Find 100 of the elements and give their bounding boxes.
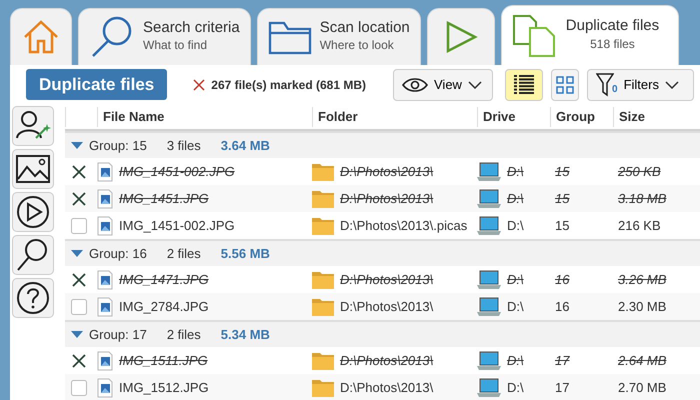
folder-path: D:\Photos\2013\ (340, 352, 434, 370)
filters-dropdown[interactable]: 0 Filters (587, 68, 694, 100)
list-view-icon (514, 75, 534, 94)
column-header[interactable]: File Name (97, 106, 312, 126)
file-name: IMG_1451-002.JPG (119, 216, 235, 235)
file-name: IMG_1511.JPG (119, 352, 208, 370)
search-tool-button[interactable] (12, 235, 54, 275)
column-header[interactable]: Size (613, 106, 700, 126)
file-size: 3.18 MB (618, 190, 666, 208)
folder-icon (312, 270, 334, 288)
cross-icon (193, 78, 206, 90)
group-number: 15 (555, 190, 570, 208)
group-row[interactable]: Group: 16 2 files 5.56 MB (65, 239, 700, 266)
laptop-icon (477, 216, 501, 236)
tab-subtitle: 518 files (589, 36, 636, 53)
image-file-icon (97, 216, 113, 236)
group-number: 16 (555, 298, 570, 316)
group-row[interactable]: Group: 17 2 files 5.34 MB (65, 320, 700, 347)
file-size: 3.26 MB (618, 270, 666, 289)
laptop-icon (477, 270, 501, 290)
tab[interactable]: Scan location Where to look (256, 8, 421, 65)
view-dropdown[interactable]: View (393, 68, 493, 100)
checkbox[interactable] (71, 298, 87, 314)
group-file-count: 2 files (166, 326, 201, 344)
file-name: IMG_1451-002.JPG (119, 162, 235, 181)
laptop-icon (477, 378, 501, 398)
file-size: 2.30 MB (618, 298, 666, 316)
filter-count: 0 (612, 82, 618, 96)
image-file-icon (97, 162, 113, 182)
laptop-icon (477, 188, 501, 208)
image-file-icon (97, 188, 113, 208)
file-name: IMG_1512.JPG (119, 378, 209, 397)
folder-path: D:\Photos\2013\.picas (340, 216, 468, 235)
marked-checkbox[interactable] (71, 352, 87, 368)
group-number: 17 (555, 352, 570, 370)
group-number: 15 (555, 216, 570, 235)
folder-icon (312, 216, 334, 234)
tab-title: Search criteria (143, 20, 240, 36)
group-file-count: 3 files (166, 136, 201, 155)
group-size: 5.34 MB (220, 326, 270, 344)
folder-icon (312, 352, 334, 370)
tab-title: Duplicate files (566, 18, 660, 35)
drive-cell-text: D:\ (507, 270, 524, 289)
help-icon (14, 280, 52, 316)
folder-icon (312, 190, 334, 208)
group-row[interactable]: Group: 15 3 files 3.64 MB (65, 131, 700, 158)
folder-path: D:\Photos\2013\ (340, 378, 434, 397)
tab[interactable] (426, 8, 495, 65)
group-size: 3.64 MB (220, 136, 270, 155)
column-header[interactable]: Group (550, 106, 613, 126)
file-size: 216 KB (618, 216, 661, 235)
checkbox[interactable] (71, 218, 87, 234)
play-tool-button[interactable] (12, 192, 54, 232)
group-file-count: 2 files (166, 244, 201, 263)
file-name: IMG_1471.JPG (119, 270, 209, 289)
laptop-icon (477, 296, 501, 316)
image-file-icon (97, 270, 113, 290)
laptop-icon (477, 162, 501, 182)
tab-subtitle: Where to look (320, 37, 395, 54)
image-file-icon (97, 350, 113, 370)
column-header[interactable]: Folder (312, 106, 477, 126)
drive-cell-text: D:\ (507, 162, 524, 181)
tab[interactable]: Search criteria What to find (78, 8, 251, 65)
folder-icon (312, 162, 334, 180)
help-tool-button[interactable] (12, 278, 54, 318)
group-size: 5.56 MB (220, 244, 270, 263)
folder-path: D:\Photos\2013\ (340, 298, 434, 316)
folder-icon (312, 378, 334, 396)
image-file-icon (97, 296, 113, 316)
group-label: Group: 17 (89, 326, 147, 344)
marked-checkbox[interactable] (71, 164, 87, 180)
file-size: 2.64 MB (618, 352, 666, 370)
image-file-icon (97, 378, 113, 398)
image-tool-button[interactable] (12, 149, 54, 189)
duplicate-files-button[interactable]: Duplicate files (26, 68, 168, 100)
file-name: IMG_1451.JPG (119, 190, 209, 208)
tab-subtitle: What to find (143, 37, 208, 54)
folder-path: D:\Photos\2013\ (340, 270, 434, 289)
marked-summary: 267 file(s) marked (681 MB) (211, 76, 366, 94)
drive-cell-text: D:\ (507, 190, 524, 208)
list-view-button[interactable] (505, 68, 543, 100)
folder-path: D:\Photos\2013\ (340, 190, 434, 208)
column-header[interactable]: Drive (477, 106, 550, 126)
group-number: 17 (555, 378, 570, 397)
play-circle-icon (14, 194, 52, 230)
folder-icon (312, 298, 334, 316)
wizard-tool-button[interactable] (12, 106, 54, 146)
drive-cell-text: D:\ (507, 298, 524, 316)
drive-cell-text: D:\ (507, 352, 524, 370)
group-label: Group: 15 (89, 136, 147, 155)
checkbox[interactable] (71, 380, 87, 396)
file-name: IMG_2784.JPG (119, 298, 209, 316)
folder-icon (268, 19, 312, 55)
tab[interactable]: Duplicate files 518 files (500, 5, 679, 65)
file-size: 250 KB (618, 162, 661, 181)
group-number: 15 (555, 162, 570, 181)
marked-checkbox[interactable] (71, 272, 87, 288)
grid-view-icon (556, 76, 574, 94)
marked-checkbox[interactable] (71, 190, 87, 206)
grid-view-button[interactable] (551, 68, 579, 100)
